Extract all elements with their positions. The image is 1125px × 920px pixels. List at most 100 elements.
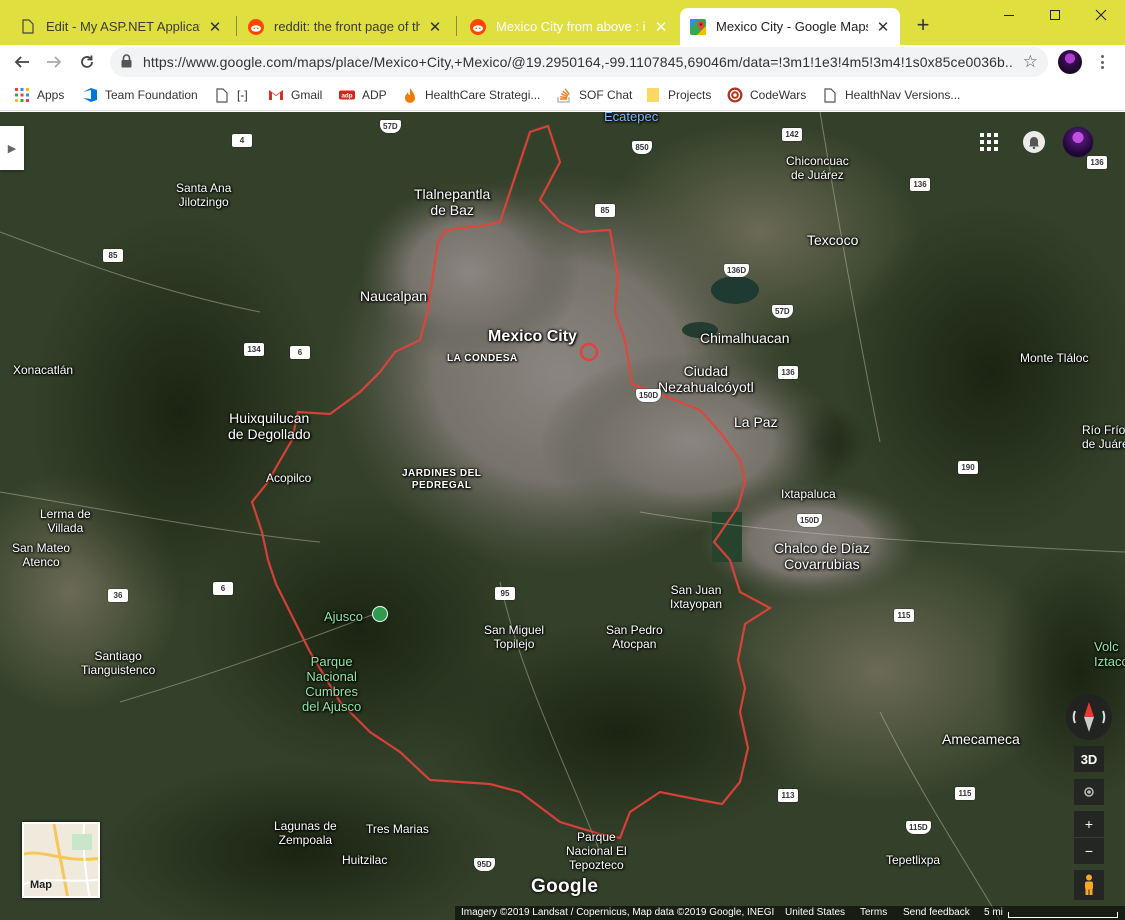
bookmark-healthcare[interactable]: HealthCare Strategi... [402,85,540,105]
bookmark-codewars[interactable]: CodeWars [727,85,806,105]
maximize-icon[interactable] [1032,0,1078,30]
apps-grid-icon [14,87,30,103]
route-shield: 85 [595,204,615,217]
map-type-toggle[interactable]: Map [22,822,100,898]
close-tab-icon[interactable]: ✕ [876,18,890,36]
kebab-menu-icon[interactable] [1094,51,1110,73]
tab-reddit[interactable]: reddit: the front page of the internet ✕ [238,8,452,45]
label-tlalnepantla: Tlalnepantla de Baz [414,186,491,219]
google-maps-icon [690,18,706,35]
scale-bar [1008,912,1118,918]
bookmark-bracket[interactable]: [-] [214,85,248,105]
tab-title: reddit: the front page of the internet [274,19,420,34]
route-shield: 4 [232,134,252,147]
bookmark-adp[interactable]: adp ADP [339,85,387,105]
back-arrow-icon[interactable] [8,48,36,76]
label-santiago: Santiago Tianguistenco [81,649,156,677]
label-chimalhuacan: Chimalhuacan [700,330,790,346]
route-shield: 136 [910,178,930,191]
google-apps-icon[interactable] [980,133,998,151]
map-type-label: Map [30,879,52,891]
bookmark-healthnav[interactable]: HealthNav Versions... [822,85,960,105]
tab-title: Mexico City from above : interestingasfu… [496,19,646,34]
bookmark-label: [-] [237,88,248,102]
compass-icon[interactable] [1066,694,1112,740]
label-volcan: Volc Iztacchu [1094,639,1125,669]
star-icon[interactable]: ☆ [1023,52,1038,72]
browser-toolbar: https://www.google.com/maps/place/Mexico… [0,45,1125,79]
zoom-out-button[interactable]: − [1074,838,1104,864]
bookmark-team-foundation[interactable]: Team Foundation [82,85,198,105]
stackoverflow-icon [556,87,572,103]
close-window-icon[interactable] [1078,0,1124,30]
document-icon [20,19,36,35]
label-huixquilucan: Huixquilucan de Degollado [228,410,311,443]
send-feedback-link[interactable]: Send feedback [903,907,970,918]
google-logo: Google [531,876,599,897]
terms-link[interactable]: Terms [860,907,887,918]
label-mexico-city: Mexico City [488,328,577,345]
bookmark-projects[interactable]: Projects [645,85,711,105]
route-shield: 57D [380,120,401,133]
svg-text:adp: adp [341,93,352,100]
tab-separator [236,16,237,36]
route-shield: 150D [636,389,662,402]
account-avatar[interactable] [1062,126,1094,158]
close-tab-icon[interactable]: ✕ [208,18,222,36]
label-san-juan: San Juan Ixtayopan [670,583,723,611]
bookmark-apps[interactable]: Apps [14,85,64,105]
route-shield: 150D [797,514,823,527]
profile-avatar[interactable] [1058,50,1082,74]
3d-toggle-button[interactable]: 3D [1074,746,1104,772]
bookmark-label: Projects [668,88,712,102]
my-location-icon[interactable] [1074,779,1104,805]
route-shield: 850 [632,141,652,154]
country-link[interactable]: United States [785,907,845,918]
reddit-icon [248,18,264,35]
notifications-bell-icon[interactable] [1023,131,1045,153]
address-bar[interactable]: https://www.google.com/maps/place/Mexico… [110,47,1048,77]
new-tab-button[interactable]: + [910,13,936,39]
label-rio-frio: Río Frío de Juáre [1082,423,1125,451]
tab-strip: Edit - My ASP.NET Application ✕ reddit: … [0,0,1125,45]
route-shield: 6 [290,346,310,359]
reload-icon[interactable] [73,48,101,76]
bookmark-label: ADP [362,88,387,102]
route-shield: 134 [244,343,264,356]
bookmarks-bar: Apps Team Foundation [-] Gmail adp ADP H… [0,79,1125,111]
label-parque-tepozteco: Parque Nacional El Tepozteco [566,830,627,872]
route-shield: 113 [778,789,798,802]
bookmark-sof-chat[interactable]: SOF Chat [556,85,632,105]
close-tab-icon[interactable]: ✕ [654,18,668,36]
label-tepetlixpa: Tepetlixpa [886,853,941,867]
tab-reddit-mexico[interactable]: Mexico City from above : interestingasfu… [460,8,678,45]
collapse-side-panel-button[interactable]: ▶ [0,126,24,170]
close-tab-icon[interactable]: ✕ [428,18,442,36]
zoom-in-button[interactable]: + [1074,811,1104,837]
minimize-icon[interactable] [986,0,1032,30]
label-naucalpan: Naucalpan [360,288,427,304]
forward-arrow-icon[interactable] [40,48,68,76]
document-icon [822,87,838,103]
bookmark-label: Apps [37,88,65,102]
bookmark-gmail[interactable]: Gmail [268,85,322,105]
label-la-condesa: LA CONDESA [447,353,518,364]
bookmark-label: SOF Chat [579,88,633,102]
pegman-icon[interactable] [1074,870,1104,900]
label-jardines-pedregal: JARDINES DEL PEDREGAL [402,468,482,491]
team-foundation-icon [82,87,98,103]
park-marker-icon[interactable] [372,606,388,622]
label-lagunas: Lagunas de Zempoala [274,819,337,847]
label-amecameca: Amecameca [942,731,1020,747]
label-xonacatlan: Xonacatlán [13,363,74,377]
tab-google-maps[interactable]: Mexico City - Google Maps ✕ [680,8,900,45]
label-monte-tlaloc: Monte Tláloc [1020,351,1089,365]
route-shield: 115D [906,821,931,834]
flame-icon [402,87,418,103]
attribution-text: Imagery ©2019 Landsat / Copernicus, Map … [461,907,775,918]
adp-icon: adp [339,87,355,103]
tab-asp-net[interactable]: Edit - My ASP.NET Application ✕ [10,8,232,45]
scale-label[interactable]: 5 mi [984,907,1003,918]
map-canvas[interactable]: Ecatepec Tlalnepantla de Baz Santa Ana J… [0,112,1125,920]
route-shield: 57D [772,305,793,318]
